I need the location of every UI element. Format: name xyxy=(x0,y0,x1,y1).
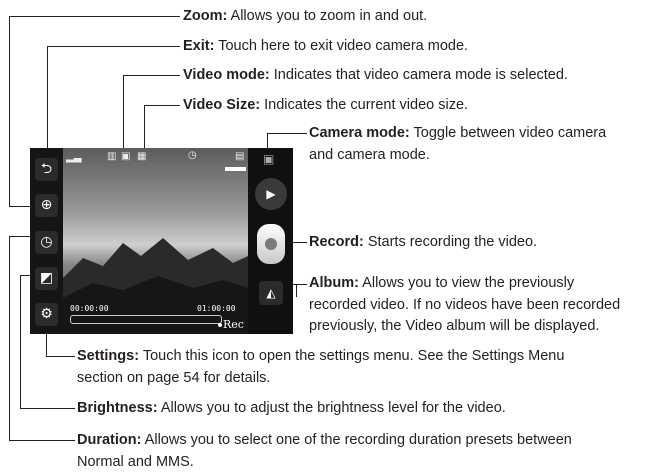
duration-annotation: Duration: Allows you to select one of th… xyxy=(77,429,572,473)
signal-icon: ▂▃ xyxy=(66,152,82,163)
exit-leader-h xyxy=(47,46,180,47)
zoom-icon[interactable]: ⊕ xyxy=(35,194,58,217)
duration-leader-v xyxy=(9,236,10,440)
zoom-annotation: Zoom: Allows you to zoom in and out. xyxy=(183,5,427,27)
battery-bar xyxy=(225,167,246,171)
video-size-leader-v xyxy=(144,105,145,148)
record-annotation: Record: Starts recording the video. xyxy=(309,231,537,253)
album-annotation: Album: Allows you to view the previously… xyxy=(309,273,620,338)
video-mode-leader-h xyxy=(123,75,180,76)
camera-mode-annotation: Camera mode: Toggle between video camera… xyxy=(309,122,606,166)
brightness-icon[interactable]: ◩ xyxy=(35,267,58,290)
zoom-leader-h2 xyxy=(9,206,31,207)
total-time: 01:00:00 xyxy=(197,304,236,313)
camera-mode-label: Camera mode: xyxy=(309,125,410,141)
storage-icon: ▥ xyxy=(107,151,117,162)
record-button[interactable] xyxy=(257,224,285,264)
camera-icon[interactable]: ▣ xyxy=(263,152,274,166)
record-label: Record: xyxy=(309,234,364,250)
zoom-label: Zoom: xyxy=(183,8,228,24)
album-icon[interactable]: ◭ xyxy=(259,281,283,305)
brightness-annotation: Brightness: Allows you to adjust the bri… xyxy=(77,397,506,419)
settings-label: Settings: xyxy=(77,348,140,364)
rec-label: Rec xyxy=(223,318,244,331)
brightness-label: Brightness: xyxy=(77,400,158,416)
camera-mode-leader-v xyxy=(267,133,268,148)
exit-annotation: Exit: Touch here to exit video camera mo… xyxy=(183,35,468,57)
camera-mode-leader-h xyxy=(267,133,307,134)
gear-icon[interactable]: ⚙ xyxy=(35,303,58,326)
timer-icon[interactable]: ◷ xyxy=(35,231,58,254)
zoom-leader-v xyxy=(9,16,10,206)
video-camera-icon[interactable]: ▶ xyxy=(255,178,287,210)
settings-annotation: Settings: Touch this icon to open the se… xyxy=(77,345,564,389)
video-size-icon: ▦ xyxy=(137,151,147,162)
duration-leader-h xyxy=(9,440,75,441)
exit-leader-v xyxy=(47,46,48,148)
album-leader-v xyxy=(296,284,297,297)
album-label: Album: xyxy=(309,275,359,291)
settings-leader-v xyxy=(46,334,47,356)
exit-label: Exit: xyxy=(183,38,215,54)
album-text: Allows you to view the previously xyxy=(362,275,575,291)
brightness-leader-v xyxy=(20,275,21,408)
video-size-annotation: Video Size: Indicates the current video … xyxy=(183,94,468,116)
zoom-text: Allows you to zoom in and out. xyxy=(230,8,428,24)
brightness-leader-h xyxy=(20,408,75,409)
duration-text-2: Normal and MMS. xyxy=(77,454,194,470)
album-text-2: recorded video. If no videos have been r… xyxy=(309,296,621,313)
video-mode-text: Indicates that video camera mode is sele… xyxy=(273,67,568,83)
album-text-3: previously, the Video album will be disp… xyxy=(309,318,600,334)
camera-mode-text-2: and camera mode. xyxy=(309,147,430,163)
sd-card-icon: ▤ xyxy=(235,151,245,162)
video-size-text: Indicates the current video size. xyxy=(264,97,469,113)
exit-text: Touch here to exit video camera mode. xyxy=(218,38,469,54)
video-mode-annotation: Video mode: Indicates that video camera … xyxy=(183,64,568,86)
video-size-label: Video Size: xyxy=(183,97,261,113)
settings-text-2: section on page 54 for details. xyxy=(77,370,271,386)
video-mode-leader-v xyxy=(123,75,124,148)
video-mode-icon: ▣ xyxy=(121,151,131,162)
duration-label: Duration: xyxy=(77,432,142,448)
back-icon[interactable]: ⮌ xyxy=(35,158,58,181)
duration-text: Allows you to select one of the recordin… xyxy=(144,432,572,448)
timer-status-icon: ◷ xyxy=(188,150,197,161)
settings-leader-h xyxy=(46,356,75,357)
video-size-leader-h xyxy=(144,105,180,106)
recording-progress-bar xyxy=(70,315,222,324)
video-camera-screen: ⮌ ⊕ ◷ ◩ ⚙ ▂▃ ▥ ▣ ▦ ◷ ▤ ▣ ▶ ◭ 00:00:00 01… xyxy=(30,148,293,334)
duration-leader-h0 xyxy=(9,236,31,237)
settings-text: Touch this icon to open the settings men… xyxy=(142,348,565,364)
camera-mode-text: Toggle between video camera xyxy=(413,125,607,141)
record-text: Starts recording the video. xyxy=(367,234,538,250)
elapsed-time: 00:00:00 xyxy=(70,304,109,313)
video-mode-label: Video mode: xyxy=(183,67,270,83)
zoom-leader-h xyxy=(9,16,180,17)
brightness-text: Allows you to adjust the brightness leve… xyxy=(160,400,506,416)
rec-dot xyxy=(218,323,222,327)
